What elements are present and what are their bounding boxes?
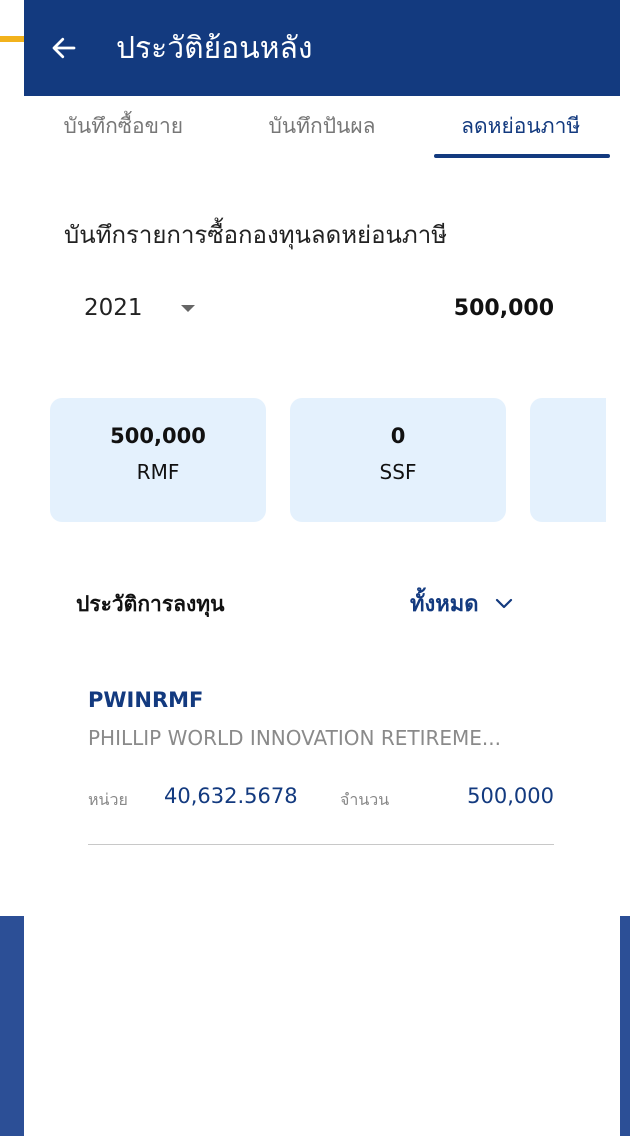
year-value: 2021 bbox=[84, 295, 143, 321]
background-block-right bbox=[620, 916, 630, 1136]
tab-dividend-records[interactable]: บันทึกปันผล bbox=[223, 96, 422, 164]
year-total-amount: 500,000 bbox=[453, 296, 554, 321]
row-divider bbox=[88, 844, 554, 845]
filter-label: ทั้งหมด bbox=[410, 592, 479, 617]
background-block-left bbox=[0, 916, 24, 1136]
app-screen: ประวัติย้อนหลัง บันทึกซื้อขาย บันทึกปันผ… bbox=[24, 0, 620, 1136]
card-ssf[interactable]: 0 SSF bbox=[290, 398, 506, 522]
tab-active-indicator bbox=[434, 154, 610, 158]
page-title: ประวัติย้อนหลัง bbox=[116, 30, 313, 66]
history-title: ประวัติการลงทุน bbox=[76, 592, 225, 616]
amount-value: 500,000 bbox=[467, 784, 554, 808]
card-partial[interactable] bbox=[530, 398, 606, 522]
tab-trade-records[interactable]: บันทึกซื้อขาย bbox=[24, 96, 223, 164]
units-label: หน่วย bbox=[88, 790, 128, 809]
fund-code: PWINRMF bbox=[88, 688, 204, 712]
year-dropdown[interactable]: 2021 bbox=[84, 295, 195, 321]
card-rmf[interactable]: 500,000 RMF bbox=[50, 398, 266, 522]
fund-type-cards[interactable]: 500,000 RMF 0 SSF bbox=[50, 398, 606, 522]
section-heading: บันทึกรายการซื้อกองทุนลดหย่อนภาษี bbox=[64, 221, 448, 249]
amount-label: จำนวน bbox=[340, 790, 390, 809]
history-filter-dropdown[interactable]: ทั้งหมด bbox=[410, 586, 513, 621]
chevron-down-icon bbox=[495, 598, 512, 608]
units-value: 40,632.5678 bbox=[164, 784, 298, 808]
caret-down-icon bbox=[180, 304, 195, 312]
card-label: RMF bbox=[136, 460, 180, 484]
card-value: 500,000 bbox=[110, 424, 206, 448]
arrow-left-icon[interactable] bbox=[44, 28, 84, 68]
card-label: SSF bbox=[379, 460, 417, 484]
fund-name: PHILLIP WORLD INNOVATION RETIREME... bbox=[88, 726, 501, 750]
card-value: 0 bbox=[390, 424, 406, 448]
app-bar: ประวัติย้อนหลัง bbox=[24, 0, 620, 96]
